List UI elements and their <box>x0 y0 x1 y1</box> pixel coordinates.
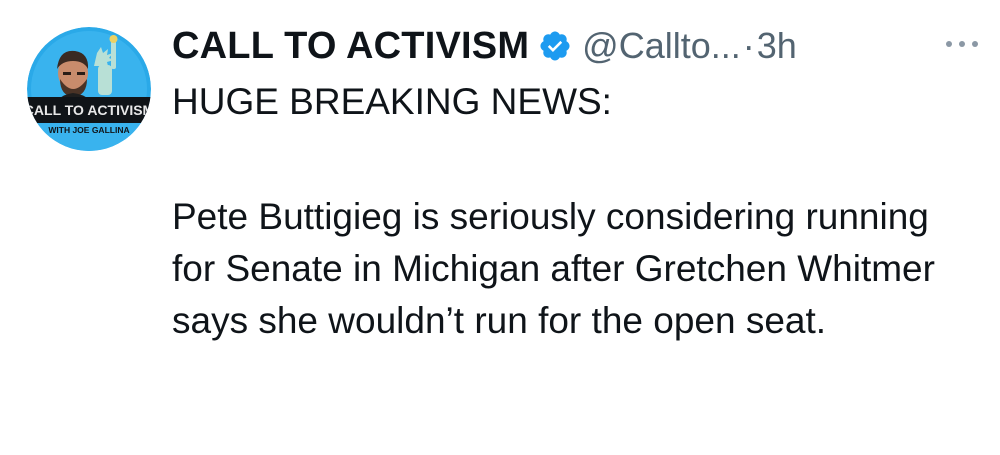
tweet-timestamp[interactable]: 3h <box>757 25 797 67</box>
more-dots-icon[interactable] <box>940 34 984 54</box>
tweet-text-body: Pete Buttigieg is seriously considering … <box>172 196 935 341</box>
avatar-image: CALL TO ACTIVISM WITH JOE GALLINA <box>27 27 151 151</box>
tweet-card[interactable]: CALL TO ACTIVISM WITH JOE GALLINA CALL T… <box>0 0 1000 455</box>
avatar-badge-text: CALL TO ACTIVISM <box>27 102 151 118</box>
tweet-header: CALL TO ACTIVISM @Callto... · 3h <box>172 18 797 74</box>
separator-dot: · <box>742 25 755 66</box>
avatar-badge-subtext: WITH JOE GALLINA <box>48 125 129 135</box>
avatar[interactable]: CALL TO ACTIVISM WITH JOE GALLINA <box>27 27 151 151</box>
verified-badge-icon[interactable] <box>538 29 572 63</box>
author-handle[interactable]: @Callto... <box>582 25 741 67</box>
tweet-text-headline: HUGE BREAKING NEWS: <box>172 81 612 122</box>
author-display-name[interactable]: CALL TO ACTIVISM <box>172 25 529 68</box>
